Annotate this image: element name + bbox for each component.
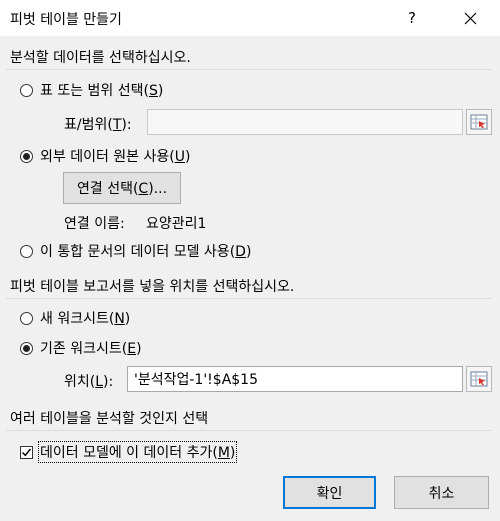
radio-label: 이 통합 문서의 데이터 모델 사용(D) xyxy=(40,244,252,260)
table-range-field[interactable] xyxy=(148,110,462,134)
title-bar: 피벗 테이블 만들기 ? xyxy=(0,0,500,36)
data-section-heading: 분석할 데이터를 선택하십시오. xyxy=(10,50,191,66)
location-label: 위치(L): xyxy=(64,374,114,390)
range-picker-icon xyxy=(470,114,488,130)
button-label: 연결 선택(C)... xyxy=(76,181,168,197)
radio-button[interactable] xyxy=(20,83,33,97)
add-to-data-model-checkbox[interactable]: 데이터 모델에 이 데이터 추가(M) xyxy=(20,441,238,463)
close-button[interactable] xyxy=(452,2,488,34)
radio-existing-worksheet[interactable]: 기존 워크시트(E) xyxy=(20,338,142,358)
divider xyxy=(6,430,492,431)
range-picker-icon xyxy=(470,371,488,387)
ok-label: 확인 xyxy=(316,485,343,502)
location-input[interactable] xyxy=(127,366,463,392)
divider xyxy=(6,69,492,70)
cancel-label: 취소 xyxy=(428,485,455,502)
radio-button[interactable] xyxy=(20,311,33,325)
pivot-table-dialog: 피벗 테이블 만들기 ? 분석할 데이터를 선택하십시오. 표 또는 범위 선택… xyxy=(0,0,500,521)
cancel-button[interactable]: 취소 xyxy=(394,476,489,509)
location-picker-button[interactable] xyxy=(466,366,492,392)
location-section-heading: 피벗 테이블 보고서를 넣을 위치를 선택하십시오. xyxy=(10,279,295,295)
radio-table-or-range[interactable]: 표 또는 범위 선택(S) xyxy=(20,80,163,100)
radio-label: 외부 데이터 원본 사용(U) xyxy=(40,149,191,165)
connection-name-label: 연결 이름: xyxy=(64,216,125,232)
multi-table-heading: 여러 테이블을 분석할 것인지 선택 xyxy=(10,411,209,427)
radio-button[interactable] xyxy=(20,341,33,355)
checkmark-icon xyxy=(22,448,32,456)
table-range-input[interactable] xyxy=(147,109,463,135)
help-button[interactable]: ? xyxy=(394,2,430,34)
checkbox-label: 데이터 모델에 이 데이터 추가(M) xyxy=(38,441,238,463)
radio-external-source[interactable]: 외부 데이터 원본 사용(U) xyxy=(20,146,190,166)
radio-new-worksheet[interactable]: 새 워크시트(N) xyxy=(20,308,130,328)
dialog-title: 피벗 테이블 만들기 xyxy=(10,12,122,28)
connection-name-value: 요양관리1 xyxy=(146,216,207,232)
radio-label: 표 또는 범위 선택(S) xyxy=(40,83,164,99)
table-range-label: 표/범위(T): xyxy=(64,117,132,133)
radio-data-model[interactable]: 이 통합 문서의 데이터 모델 사용(D) xyxy=(20,241,251,261)
radio-button[interactable] xyxy=(20,149,33,163)
ok-button[interactable]: 확인 xyxy=(283,476,376,509)
choose-connection-button[interactable]: 연결 선택(C)... xyxy=(63,172,181,204)
help-icon: ? xyxy=(408,9,416,27)
radio-label: 새 워크시트(N) xyxy=(40,311,131,327)
checkbox[interactable] xyxy=(20,445,33,459)
radio-button[interactable] xyxy=(20,244,33,258)
close-icon xyxy=(464,12,476,24)
divider xyxy=(6,298,492,299)
table-range-picker-button[interactable] xyxy=(466,109,492,135)
location-field[interactable] xyxy=(128,367,462,391)
radio-label: 기존 워크시트(E) xyxy=(40,341,142,357)
